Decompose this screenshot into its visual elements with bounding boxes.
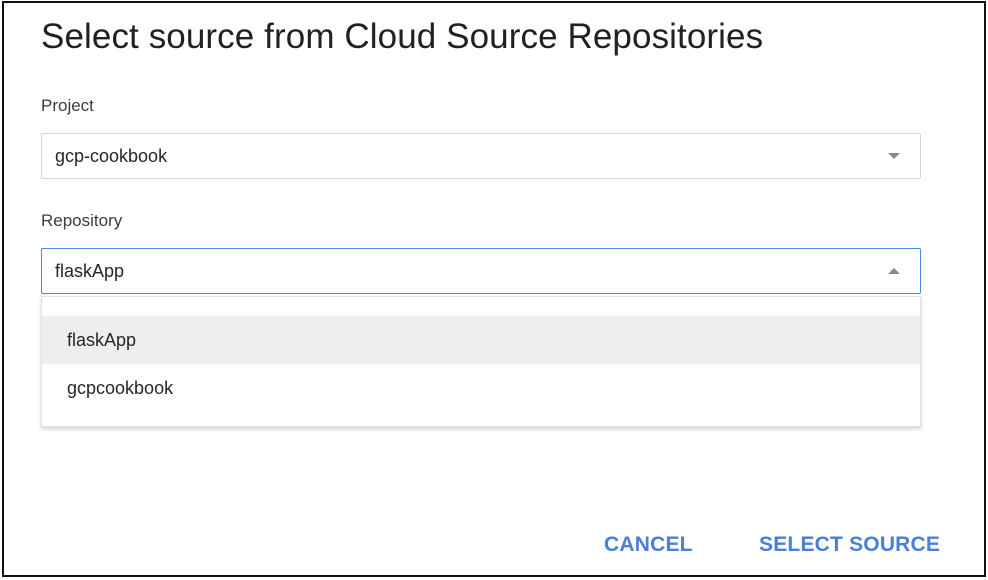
- chevron-up-icon: [888, 268, 900, 274]
- repository-label: Repository: [41, 211, 123, 230]
- repository-select[interactable]: flaskApp: [41, 248, 921, 294]
- repository-option-gcpcookbook[interactable]: gcpcookbook: [42, 364, 920, 412]
- project-select-value: gcp-cookbook: [55, 146, 168, 166]
- select-source-button[interactable]: SELECT SOURCE: [759, 533, 940, 557]
- project-select[interactable]: gcp-cookbook: [41, 133, 921, 179]
- repository-option-flaskapp[interactable]: flaskApp: [42, 316, 920, 364]
- chevron-down-icon: [888, 153, 900, 159]
- select-source-dialog: Select source from Cloud Source Reposito…: [2, 1, 986, 577]
- project-label: Project: [41, 96, 94, 115]
- repository-select-value: flaskApp: [55, 261, 125, 281]
- repository-dropdown-menu: flaskApp gcpcookbook: [41, 296, 921, 427]
- dialog-title: Select source from Cloud Source Reposito…: [41, 17, 764, 56]
- cancel-button[interactable]: CANCEL: [604, 533, 693, 557]
